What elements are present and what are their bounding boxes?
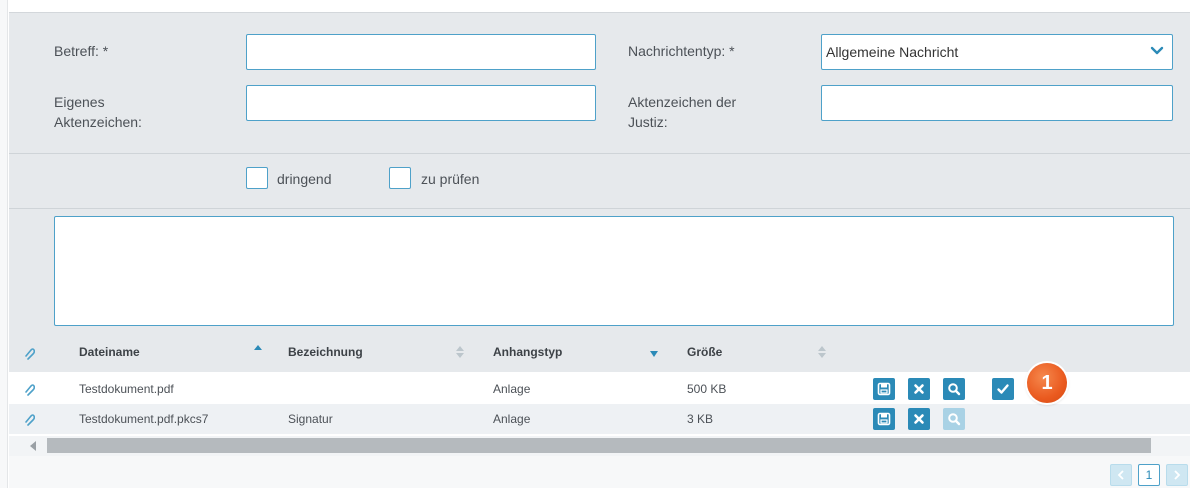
delete-button[interactable]: [908, 378, 930, 400]
urgent-label: dringend: [277, 171, 332, 187]
top-strip: [8, 0, 1190, 12]
court-reference-input[interactable]: [821, 85, 1173, 121]
column-attachment-type[interactable]: Anhangstyp: [493, 345, 562, 359]
row-attachment-type: Anlage: [493, 412, 531, 426]
row-attachment-type: Anlage: [493, 382, 531, 396]
urgent-checkbox[interactable]: [246, 167, 268, 189]
sort-neutral-icon[interactable]: [817, 345, 827, 359]
subject-input[interactable]: [246, 34, 596, 70]
delete-icon: [914, 414, 924, 424]
table-row[interactable]: Testdokument.pdf.pkcs7 Signatur Anlage 3…: [9, 404, 1190, 434]
flags-panel: dringend zu prüfen: [9, 153, 1190, 208]
message-type-label: Nachrichtentyp: *: [628, 43, 735, 59]
callout-number: 1: [1041, 372, 1053, 394]
paperclip-icon: [25, 348, 35, 360]
message-panel: [9, 208, 1190, 334]
row-description: Signatur: [288, 412, 333, 426]
chevron-right-icon: [1174, 470, 1181, 480]
scrollbar-thumb[interactable]: [47, 438, 1151, 453]
prev-page-button[interactable]: [1110, 464, 1132, 486]
row-filename: Testdokument.pdf: [79, 382, 174, 396]
save-icon: [877, 382, 891, 396]
court-ref-label-line1: Aktenzeichen der: [628, 94, 737, 110]
attachment-message-form: Betreff: * Nachrichtentyp: * Allgemeine …: [0, 0, 1190, 488]
message-type-select[interactable]: Allgemeine Nachricht: [821, 34, 1173, 70]
sort-desc-icon[interactable]: [649, 348, 659, 362]
column-filename[interactable]: Dateiname: [79, 345, 140, 359]
check-checkbox[interactable]: [389, 167, 411, 189]
search-icon: [948, 413, 961, 426]
horizontal-scrollbar[interactable]: [9, 436, 1190, 456]
row-filename: Testdokument.pdf.pkcs7: [79, 412, 209, 426]
message-textarea[interactable]: [54, 216, 1174, 326]
save-icon: [877, 412, 891, 426]
sort-neutral-icon[interactable]: [455, 345, 465, 359]
chevron-down-icon: [1150, 46, 1164, 55]
save-button[interactable]: [873, 378, 895, 400]
page-number[interactable]: 1: [1138, 464, 1160, 486]
preview-button[interactable]: [943, 378, 965, 400]
column-description[interactable]: Bezeichnung: [288, 345, 363, 359]
attachments-table-header: Dateiname Bezeichnung Anhangstyp Größe: [9, 334, 1190, 372]
paperclip-icon: [25, 414, 35, 426]
own-ref-label-line1: Eigenes: [54, 94, 105, 110]
sort-asc-icon[interactable]: [253, 342, 263, 356]
table-row[interactable]: Testdokument.pdf Anlage 500 KB: [9, 374, 1190, 404]
pager: 1: [9, 456, 1190, 488]
own-ref-label-line2: Aktenzeichen:: [54, 114, 142, 130]
own-reference-input[interactable]: [246, 85, 596, 121]
search-icon: [948, 383, 961, 396]
message-type-value: Allgemeine Nachricht: [826, 44, 959, 60]
row-size: 500 KB: [687, 382, 727, 396]
court-ref-label-line2: Justiz:: [628, 114, 668, 130]
left-edge: [0, 0, 8, 488]
callout-badge: 1: [1027, 363, 1067, 403]
chevron-left-icon: [1117, 470, 1124, 480]
delete-icon: [914, 384, 924, 394]
delete-button[interactable]: [908, 408, 930, 430]
subject-label: Betreff: *: [54, 43, 109, 59]
preview-button[interactable]: [943, 408, 965, 430]
save-button[interactable]: [873, 408, 895, 430]
next-page-button[interactable]: [1166, 464, 1188, 486]
scroll-left-icon[interactable]: [29, 441, 37, 451]
column-size[interactable]: Größe: [687, 345, 722, 359]
form-panel: Betreff: * Nachrichtentyp: * Allgemeine …: [9, 12, 1190, 153]
check-label: zu prüfen: [421, 171, 480, 187]
validate-button[interactable]: [992, 378, 1014, 400]
check-icon: [997, 384, 1009, 394]
paperclip-icon: [25, 384, 35, 396]
row-size: 3 KB: [687, 412, 714, 426]
